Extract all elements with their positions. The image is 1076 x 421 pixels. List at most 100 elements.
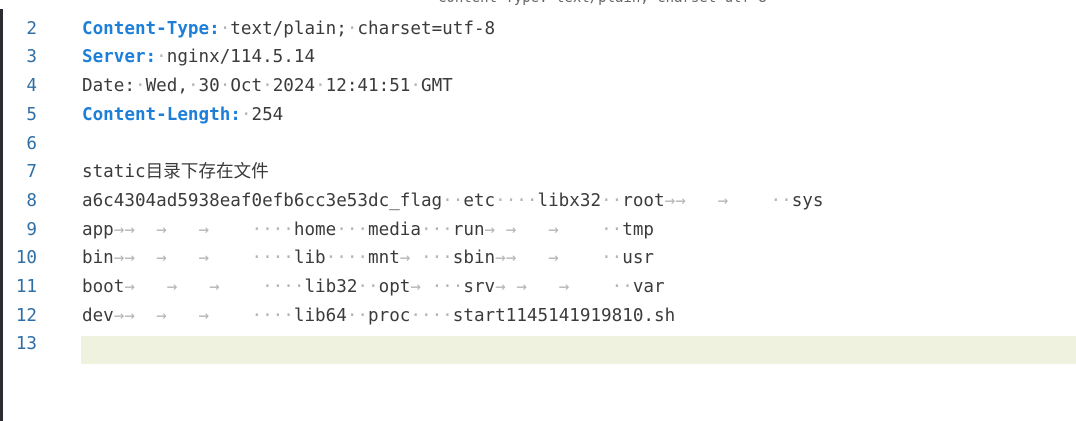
whitespace-marker: → ··· <box>399 248 453 269</box>
whitespace-marker: ··· <box>336 219 369 240</box>
line-number: 2 <box>26 18 37 39</box>
code-token: GMT <box>421 76 453 97</box>
code-line[interactable]: 10 bin→→ → → ····lib····mnt→ ···sbin→→ → … <box>3 244 1076 272</box>
line-number: 7 <box>26 162 37 183</box>
line-content: Content-Length:·254 <box>82 101 283 129</box>
whitespace-marker: ·· <box>346 305 369 326</box>
line-content: a6c4304ad5938eaf0efb6cc3e53dc_flag··etc·… <box>82 187 824 215</box>
code-token: lib <box>293 248 326 269</box>
line-number: 12 <box>15 305 37 326</box>
code-token: media <box>368 219 421 240</box>
line-number: 6 <box>26 133 37 154</box>
code-line[interactable]: 11 boot→ → → ····lib32··opt→ ···srv→ → → … <box>3 273 1076 301</box>
line-content: Server:·nginx/114.5.14 <box>82 43 315 71</box>
code-line[interactable]: 13 <box>3 330 1076 358</box>
whitespace-marker: ···· <box>325 248 369 269</box>
code-token: sys <box>791 190 824 211</box>
line-number: 5 <box>26 104 37 125</box>
whitespace-marker: → → → ···· <box>124 277 305 297</box>
code-token: start1145141919810.sh <box>452 305 676 326</box>
line-number: 3 <box>26 47 37 68</box>
whitespace-marker: →→ → → ···· <box>113 219 294 240</box>
code-token: Wed, <box>145 76 188 97</box>
code-token: lib64 <box>293 305 347 326</box>
line-content: app→→ → → ····home···media···run→ → → ··… <box>82 216 654 244</box>
whitespace-marker: · <box>156 47 167 68</box>
line-content: static目录下存在文件 <box>82 158 269 186</box>
code-token: Oct <box>230 76 263 97</box>
line-number: 13 <box>15 334 37 355</box>
code-token: nginx/114.5.14 <box>166 47 316 68</box>
line-number: 9 <box>26 219 37 240</box>
code-line[interactable]: 6 <box>3 130 1076 158</box>
code-token: 目录下存在文件 <box>145 162 269 183</box>
code-token: lib32 <box>304 277 358 297</box>
header-key: Server: <box>82 47 157 68</box>
code-token: proc <box>368 305 411 326</box>
whitespace-marker: ·· <box>442 190 464 211</box>
code-line[interactable]: 9 app→→ → → ····home···media···run→ → → ·… <box>3 216 1076 244</box>
whitespace-marker: ··· <box>420 219 453 240</box>
code-token: libx32 <box>537 190 602 211</box>
whitespace-marker: · <box>219 18 231 39</box>
code-token: static <box>82 162 146 183</box>
line-content: bin→→ → → ····lib····mnt→ ···sbin→→ → ··… <box>82 244 654 272</box>
whitespace-marker: →→ → → ···· <box>113 248 294 269</box>
code-token: boot <box>82 277 125 297</box>
whitespace-marker: ·· <box>601 190 623 211</box>
code-token: dev <box>82 305 114 326</box>
code-token: 30 <box>198 76 220 97</box>
header-key: Content-Type: <box>82 18 220 39</box>
code-token: srv <box>463 277 496 297</box>
line-number: 4 <box>26 76 37 97</box>
code-token: home <box>293 219 337 240</box>
code-token: sbin <box>452 248 496 269</box>
code-token: app <box>82 219 114 240</box>
line-content: Date:·Wed,·30·Oct·2024·12:41:51·GMT <box>82 72 453 100</box>
code-token: 12:41:51 <box>325 76 411 97</box>
line-content: dev→→ → → ····lib64··proc····start114514… <box>82 302 675 330</box>
ghost-header-text: Content-Type: text/plain; charset=utf-8 <box>438 0 767 9</box>
code-token: root <box>622 190 665 211</box>
code-line[interactable]: 2 Content-Type:·text/plain;·charset=utf-8 <box>3 15 1076 43</box>
whitespace-marker: ···· <box>495 190 538 211</box>
overlapping-window-fragment: Content-Type: text/plain; charset=utf-8 <box>0 0 1076 9</box>
header-key: Content-Length: <box>82 104 241 125</box>
whitespace-marker: →→ → ·· <box>664 190 792 211</box>
whitespace-marker: · <box>346 18 358 39</box>
code-token: opt <box>378 277 411 297</box>
whitespace-marker: → → → ·· <box>495 277 633 297</box>
line-number: 10 <box>15 248 37 269</box>
code-line[interactable]: 8 a6c4304ad5938eaf0efb6cc3e53dc_flag··etc… <box>3 187 1076 215</box>
whitespace-marker: · <box>262 76 273 97</box>
code-token: charset=utf-8 <box>357 18 496 39</box>
code-token: a6c4304ad5938eaf0efb6cc3e53dc_flag <box>82 190 443 211</box>
line-content: Content-Type:·text/plain;·charset=utf-8 <box>82 15 495 43</box>
code-editor[interactable]: 1HTTP/1.1·200·OK2Content-Type:·text/plai… <box>3 0 1076 421</box>
code-token: etc <box>463 190 496 211</box>
whitespace-marker: · <box>410 76 421 97</box>
code-token: bin <box>82 248 114 269</box>
whitespace-marker: · <box>187 76 199 97</box>
code-line[interactable]: 5 Content-Length:·254 <box>3 101 1076 129</box>
line-number: 8 <box>26 190 37 211</box>
code-token: tmp <box>622 219 655 240</box>
line-number: 11 <box>15 277 37 297</box>
code-token: var <box>632 277 665 297</box>
whitespace-marker: → ··· <box>410 277 464 297</box>
code-line[interactable]: 3 Server:·nginx/114.5.14 <box>3 43 1076 71</box>
whitespace-marker: · <box>219 76 231 97</box>
whitespace-marker: ···· <box>410 305 453 326</box>
line-content: boot→ → → ····lib32··opt→ ···srv→ → → ··… <box>82 273 665 301</box>
code-token: Date: <box>82 76 135 97</box>
whitespace-marker: ·· <box>357 277 379 297</box>
code-line[interactable]: 4 Date:·Wed,·30·Oct·2024·12:41:51·GMT <box>3 72 1076 100</box>
code-token: usr <box>622 248 655 269</box>
whitespace-marker: →→ → → ···· <box>113 305 294 326</box>
code-line[interactable]: 12 dev→→ → → ····lib64··proc····start1145… <box>3 302 1076 330</box>
code-token: 2024 <box>272 76 316 97</box>
code-token: 254 <box>251 104 284 125</box>
code-token: mnt <box>368 248 400 269</box>
code-token: run <box>452 219 485 240</box>
code-line[interactable]: 7 static目录下存在文件 <box>3 158 1076 186</box>
